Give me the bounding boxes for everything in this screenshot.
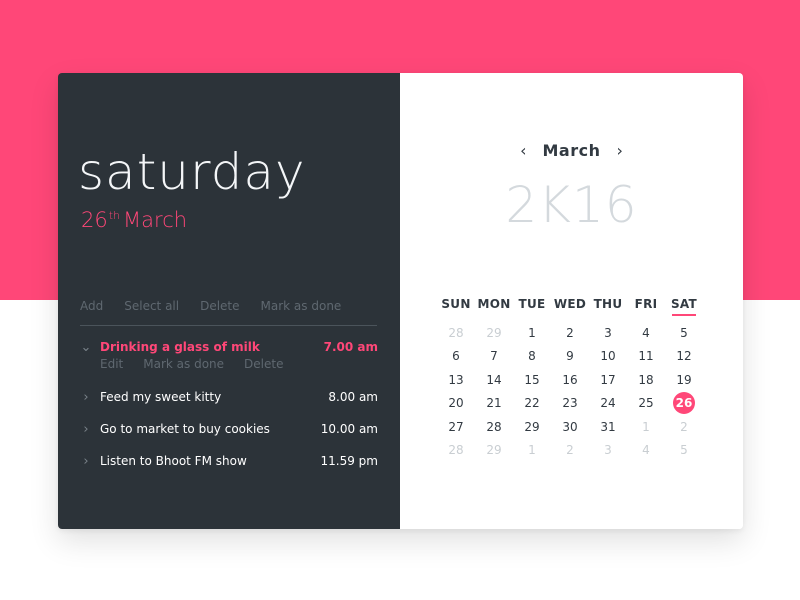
- task-item[interactable]: › Go to market to buy cookies 10.00 am: [80, 419, 378, 439]
- weekday-label-selected: SAT: [665, 297, 703, 311]
- calendar-day[interactable]: 11: [627, 345, 665, 369]
- calendar-day[interactable]: 12: [665, 345, 703, 369]
- edit-task-button[interactable]: Edit: [100, 357, 123, 371]
- selected-day-marker[interactable]: 26: [673, 392, 695, 415]
- month-navigation: ‹ March ›: [400, 141, 743, 160]
- calendar-day-selected[interactable]: 26: [665, 392, 703, 416]
- calendar-day[interactable]: 4: [627, 321, 665, 345]
- calendar-day[interactable]: 17: [589, 368, 627, 392]
- weekday-label: MON: [477, 297, 511, 311]
- calendar-day-outside-month[interactable]: 29: [475, 439, 513, 463]
- calendar-day[interactable]: 15: [513, 368, 551, 392]
- chevron-down-icon[interactable]: ⌄: [80, 340, 92, 355]
- calendar-day[interactable]: 28: [475, 415, 513, 439]
- calendar-day[interactable]: 9: [551, 345, 589, 369]
- calendar-day[interactable]: 7: [475, 345, 513, 369]
- calendar-week-row: 28 29 1 2 3 4 5: [437, 321, 703, 345]
- calendar-day[interactable]: 16: [551, 368, 589, 392]
- add-button[interactable]: Add: [80, 299, 103, 313]
- task-time: 11.59 pm: [320, 454, 378, 468]
- task-title: Feed my sweet kitty: [100, 390, 222, 404]
- calendar-day[interactable]: 23: [551, 392, 589, 416]
- task-item[interactable]: › Feed my sweet kitty 8.00 am: [80, 387, 378, 407]
- weekday-header: SUN MON TUE WED THU FRI SAT: [437, 297, 703, 311]
- calendar-grid: SUN MON TUE WED THU FRI SAT 28 29 1 2 3 4 5 6 7 8…: [437, 297, 703, 462]
- task-time: 8.00 am: [328, 390, 378, 404]
- calendar-day[interactable]: 24: [589, 392, 627, 416]
- weekday-label: SUN: [441, 297, 471, 311]
- chevron-right-icon[interactable]: ›: [80, 422, 92, 437]
- delete-task-button[interactable]: Delete: [244, 357, 283, 371]
- chevron-left-icon[interactable]: ‹: [512, 141, 534, 160]
- calendar-day-outside-month[interactable]: 2: [665, 415, 703, 439]
- date-day: 26: [81, 208, 108, 232]
- calendar-day-outside-month[interactable]: 28: [437, 439, 475, 463]
- calendar-day[interactable]: 1: [513, 321, 551, 345]
- calendar-week-row: 27 28 29 30 31 1 2: [437, 415, 703, 439]
- calendar-day-outside-month[interactable]: 1: [627, 415, 665, 439]
- task-title: Drinking a glass of milk: [100, 340, 260, 354]
- calendar-day-outside-month[interactable]: 5: [665, 439, 703, 463]
- chevron-right-icon[interactable]: ›: [80, 390, 92, 405]
- calendar-day-outside-month[interactable]: 29: [475, 321, 513, 345]
- weekday-label: WED: [553, 297, 587, 311]
- calendar-day[interactable]: 5: [665, 321, 703, 345]
- calendar-day-outside-month[interactable]: 2: [551, 439, 589, 463]
- divider: [80, 325, 377, 326]
- task-time: 7.00 am: [323, 340, 378, 354]
- day-name-heading: saturday: [78, 143, 306, 201]
- calendar-day[interactable]: 25: [627, 392, 665, 416]
- task-title: Go to market to buy cookies: [100, 422, 270, 436]
- date-line: 26th March: [81, 208, 187, 232]
- calendar-week-row: 28 29 1 2 3 4 5: [437, 439, 703, 463]
- calendar-panel: ‹ March › 2K16 SUN MON TUE WED THU FRI S…: [400, 73, 743, 529]
- calendar-day[interactable]: 27: [437, 415, 475, 439]
- calendar-week-row: 13 14 15 16 17 18 19: [437, 368, 703, 392]
- calendar-day-outside-month[interactable]: 3: [589, 439, 627, 463]
- calendar-day[interactable]: 8: [513, 345, 551, 369]
- date-suffix: th: [108, 209, 121, 222]
- task-title: Listen to Bhoot FM show: [100, 454, 247, 468]
- calendar-day[interactable]: 20: [437, 392, 475, 416]
- calendar-day[interactable]: 31: [589, 415, 627, 439]
- chevron-right-icon[interactable]: ›: [80, 454, 92, 469]
- year-label: 2K16: [505, 176, 638, 234]
- calendar-week-row: 6 7 8 9 10 11 12: [437, 345, 703, 369]
- task-time: 10.00 am: [320, 422, 378, 436]
- calendar-day[interactable]: 10: [589, 345, 627, 369]
- calendar-week-row: 20 21 22 23 24 25 26: [437, 392, 703, 416]
- calendar-weeks: 28 29 1 2 3 4 5 6 7 8 9 10 11 12 13 14 15 16 17 18 19 20 21 22 2…: [437, 321, 703, 462]
- calendar-day[interactable]: 21: [475, 392, 513, 416]
- weekday-label: FRI: [634, 297, 658, 311]
- calendar-day-outside-month[interactable]: 1: [513, 439, 551, 463]
- calendar-day[interactable]: 18: [627, 368, 665, 392]
- calendar-day-outside-month[interactable]: 4: [627, 439, 665, 463]
- calendar-day[interactable]: 6: [437, 345, 475, 369]
- calendar-day[interactable]: 14: [475, 368, 513, 392]
- calendar-day[interactable]: 13: [437, 368, 475, 392]
- calendar-day-outside-month[interactable]: 28: [437, 321, 475, 345]
- calendar-day[interactable]: 30: [551, 415, 589, 439]
- mark-task-done-button[interactable]: Mark as done: [143, 357, 224, 371]
- month-label: March: [542, 141, 601, 160]
- calendar-day[interactable]: 29: [513, 415, 551, 439]
- weekday-label: THU: [593, 297, 623, 311]
- date-month: March: [123, 208, 188, 232]
- task-actions: Edit Mark as done Delete: [100, 357, 303, 371]
- agenda-panel: saturday 26th March Add Select all Delete…: [58, 73, 400, 529]
- delete-button[interactable]: Delete: [200, 299, 239, 313]
- task-toolbar: Add Select all Delete Mark as done: [80, 299, 362, 313]
- task-item[interactable]: › Listen to Bhoot FM show 11.59 pm: [80, 451, 378, 471]
- select-all-button[interactable]: Select all: [124, 299, 179, 313]
- weekday-label: TUE: [518, 297, 546, 311]
- chevron-right-icon[interactable]: ›: [608, 141, 630, 160]
- calendar-card: saturday 26th March Add Select all Delete…: [58, 73, 743, 529]
- task-item[interactable]: ⌄ Drinking a glass of milk 7.00 am: [80, 337, 378, 357]
- calendar-day[interactable]: 2: [551, 321, 589, 345]
- calendar-day[interactable]: 22: [513, 392, 551, 416]
- calendar-day[interactable]: 3: [589, 321, 627, 345]
- mark-as-done-button[interactable]: Mark as done: [261, 299, 342, 313]
- calendar-day[interactable]: 19: [665, 368, 703, 392]
